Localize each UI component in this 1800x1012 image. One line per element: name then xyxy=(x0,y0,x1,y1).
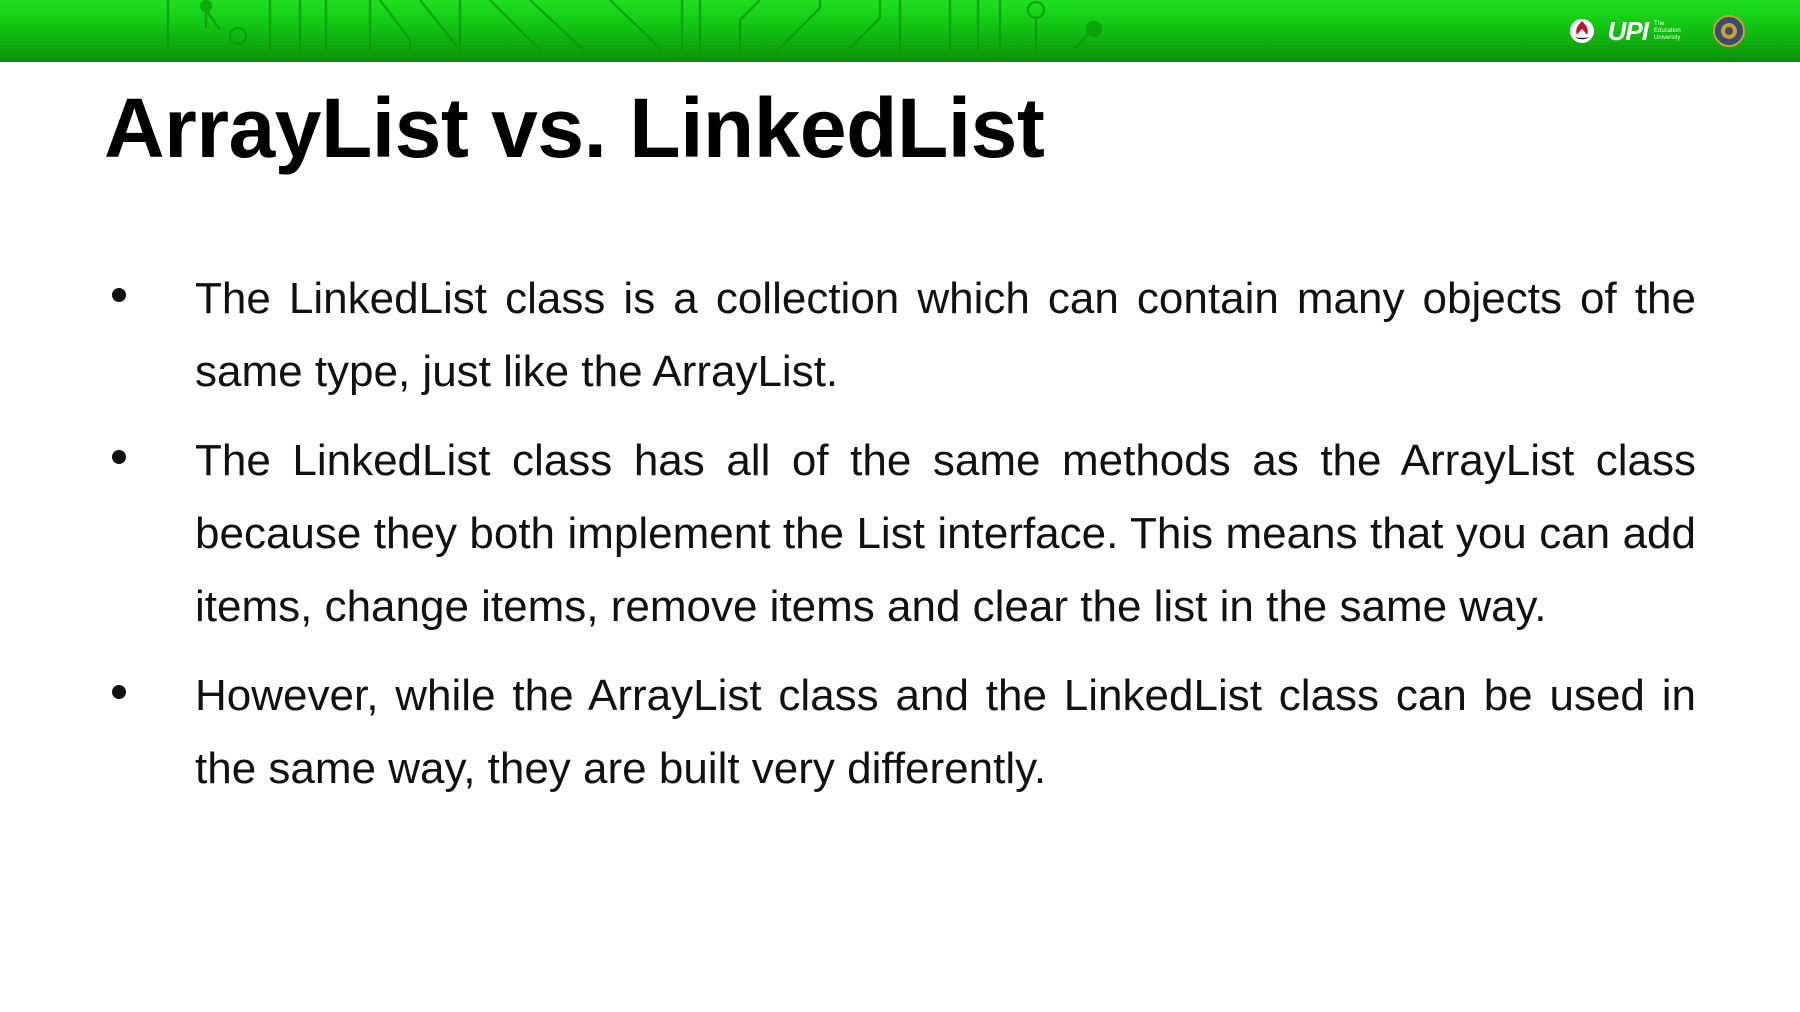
bullet-text: The LinkedList class has all of the same… xyxy=(195,436,1696,631)
bullet-text: However, while the ArrayList class and t… xyxy=(195,671,1696,793)
slide-title: ArrayList vs. LinkedList xyxy=(104,81,1045,175)
logo-text: UPI xyxy=(1607,16,1649,46)
list-item: The LinkedList class has all of the same… xyxy=(104,424,1696,643)
logo-subtext: The Education University xyxy=(1654,20,1681,41)
top-banner: UPI The Education University xyxy=(0,0,1800,62)
bullet-text: The LinkedList class is a collection whi… xyxy=(195,274,1696,396)
header-logos: UPI The Education University xyxy=(1568,10,1746,52)
bullet-icon xyxy=(112,685,126,699)
bullet-list: The LinkedList class is a collection whi… xyxy=(104,262,1696,821)
bullet-icon xyxy=(112,450,126,464)
slide: UPI The Education University ArrayList v… xyxy=(0,0,1800,1012)
circuit-decoration xyxy=(166,0,1103,59)
list-item: The LinkedList class is a collection whi… xyxy=(104,262,1696,408)
seal-icon xyxy=(1713,15,1745,47)
bullet-icon xyxy=(112,288,126,302)
list-item: However, while the ArrayList class and t… xyxy=(104,659,1696,805)
university-emblem-icon xyxy=(1569,19,1594,43)
